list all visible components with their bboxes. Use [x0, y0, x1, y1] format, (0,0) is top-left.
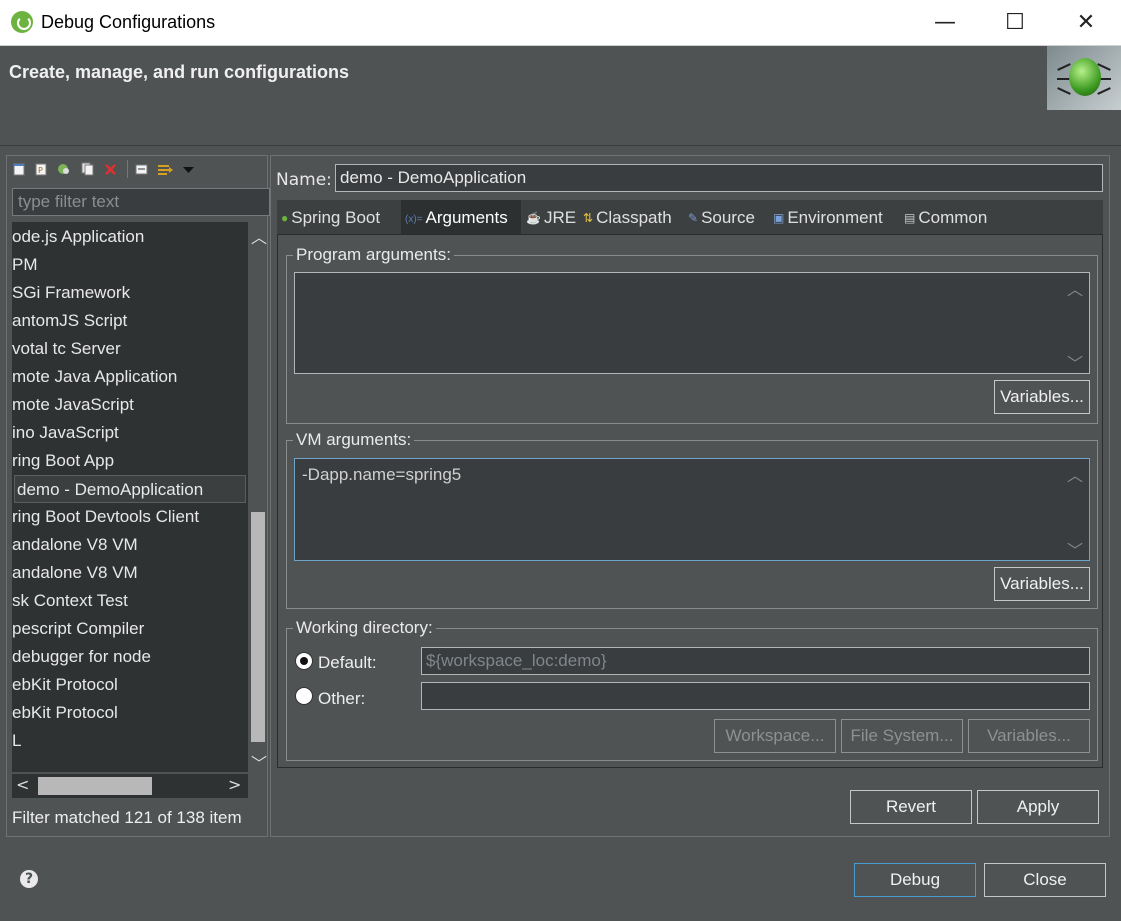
- window-title: Debug Configurations: [41, 12, 216, 32]
- svg-text:P: P: [38, 166, 43, 175]
- tree-item[interactable]: antomJS Script: [12, 307, 127, 335]
- program-variables-button[interactable]: Variables...: [994, 380, 1090, 414]
- help-icon[interactable]: ?: [20, 870, 38, 888]
- arguments-icon: (x)=: [405, 214, 423, 225]
- tree-item[interactable]: PM: [12, 251, 38, 279]
- spring-tool-suite-icon: [11, 11, 33, 33]
- header-title: Create, manage, and run configurations: [9, 62, 350, 82]
- common-icon: ▤: [904, 211, 916, 225]
- other-radio[interactable]: [295, 687, 313, 705]
- program-args-scrollbar[interactable]: ︿ ﹀: [1062, 274, 1088, 374]
- duplicate-config-icon[interactable]: [81, 162, 94, 176]
- tree-horizontal-scrollbar[interactable]: < >: [12, 774, 248, 798]
- scroll-down-icon[interactable]: ﹀: [1067, 350, 1083, 374]
- apply-button[interactable]: Apply: [977, 790, 1099, 824]
- program-arguments-input[interactable]: ︿ ﹀: [294, 272, 1090, 374]
- scroll-left-icon[interactable]: <: [16, 775, 29, 794]
- configurations-panel: P type filter text ode.js Application PM S…: [6, 155, 270, 837]
- tree-vertical-scrollbar[interactable]: ︿ ﹀: [249, 222, 267, 774]
- tree-item[interactable]: ode.js Application: [12, 223, 144, 251]
- filter-status: Filter matched 121 of 138 item: [12, 808, 242, 827]
- working-directory-label: Working directory:: [293, 618, 436, 638]
- config-tabs: ● Spring Boot (x)= Arguments ☕ JRE ⇅ Classpa…: [277, 200, 1103, 234]
- working-directory-group: Working directory: Default: ${workspace_…: [286, 618, 1098, 761]
- debug-button[interactable]: Debug: [854, 863, 976, 897]
- scroll-up-icon[interactable]: ︿: [251, 224, 267, 248]
- vm-variables-button[interactable]: Variables...: [994, 567, 1090, 601]
- view-menu-icon[interactable]: [182, 162, 195, 176]
- tab-arguments[interactable]: (x)= Arguments: [401, 200, 521, 234]
- scroll-down-icon[interactable]: ﹀: [251, 750, 267, 774]
- program-arguments-group: Program arguments: ︿ ﹀ Variables...: [286, 245, 1098, 424]
- debug-bug-icon: [1047, 46, 1121, 110]
- source-icon: ✎: [688, 211, 699, 225]
- scroll-right-icon[interactable]: >: [228, 775, 241, 794]
- tab-jre[interactable]: ☕ JRE: [526, 200, 576, 234]
- hscroll-thumb[interactable]: [38, 777, 152, 795]
- name-input[interactable]: demo - DemoApplication: [335, 164, 1103, 192]
- tree-item[interactable]: andalone V8 VM: [12, 559, 138, 587]
- classpath-icon: ⇅: [583, 211, 594, 225]
- tree-item[interactable]: ebKit Protocol: [12, 699, 118, 727]
- tree-item[interactable]: sk Context Test: [12, 587, 128, 615]
- scroll-up-icon[interactable]: ︿: [1067, 276, 1083, 300]
- maximize-button[interactable]: ☐: [980, 0, 1050, 46]
- file-system-button[interactable]: File System...: [841, 719, 963, 753]
- collapse-all-icon[interactable]: [135, 162, 148, 176]
- scroll-thumb[interactable]: [251, 512, 265, 742]
- config-editor: Name: demo - DemoApplication ● Spring Boo…: [270, 155, 1110, 837]
- arguments-tab-panel: Program arguments: ︿ ﹀ Variables... VM a…: [277, 234, 1103, 768]
- other-label: Other:: [318, 689, 366, 708]
- spring-boot-icon: ●: [281, 211, 289, 225]
- tree-item[interactable]: L: [12, 727, 21, 755]
- tree-item[interactable]: pescript Compiler: [12, 615, 144, 643]
- delete-config-icon[interactable]: [104, 162, 117, 176]
- new-prototype-icon[interactable]: P: [35, 162, 48, 176]
- tree-item[interactable]: ring Boot Devtools Client: [12, 503, 199, 531]
- other-directory-input[interactable]: [421, 682, 1090, 710]
- config-toolbar: P: [7, 156, 267, 184]
- tab-common[interactable]: ▤ Common: [904, 200, 987, 234]
- export-config-icon[interactable]: [57, 162, 70, 176]
- close-window-button[interactable]: ✕: [1051, 0, 1121, 46]
- tree-item[interactable]: ino JavaScript: [12, 419, 119, 447]
- workspace-button[interactable]: Workspace...: [714, 719, 836, 753]
- tree-item-selected[interactable]: demo - DemoApplication: [14, 475, 246, 503]
- jre-icon: ☕: [526, 211, 541, 225]
- vm-arguments-label: VM arguments:: [293, 430, 415, 450]
- vm-arguments-group: VM arguments: -Dapp.name=spring5 ︿ ﹀ Var…: [286, 430, 1098, 609]
- revert-button[interactable]: Revert: [850, 790, 972, 824]
- filter-input[interactable]: type filter text: [12, 188, 270, 216]
- tree-item[interactable]: andalone V8 VM: [12, 531, 138, 559]
- tree-item[interactable]: ring Boot App: [12, 447, 114, 475]
- config-tree[interactable]: ode.js Application PM SGi Framework antomJS…: [12, 222, 248, 772]
- scroll-up-icon[interactable]: ︿: [1067, 462, 1083, 486]
- program-arguments-label: Program arguments:: [293, 245, 454, 265]
- title-bar: Debug Configurations — ☐ ✕: [0, 0, 1121, 46]
- filter-config-icon[interactable]: [157, 162, 175, 176]
- default-label: Default:: [318, 653, 377, 672]
- default-radio[interactable]: [295, 652, 313, 670]
- tree-item[interactable]: votal tc Server: [12, 335, 121, 363]
- tree-item[interactable]: debugger for node: [12, 643, 151, 671]
- new-config-icon[interactable]: [13, 162, 26, 176]
- dialog-header: Create, manage, and run configurations: [0, 46, 1121, 146]
- tab-spring-boot[interactable]: ● Spring Boot: [281, 200, 380, 234]
- scroll-down-icon[interactable]: ﹀: [1067, 537, 1083, 561]
- vm-arguments-input[interactable]: -Dapp.name=spring5 ︿ ﹀: [294, 458, 1090, 561]
- tree-item[interactable]: SGi Framework: [12, 279, 130, 307]
- tree-item[interactable]: ebKit Protocol: [12, 671, 118, 699]
- tree-item[interactable]: mote Java Application: [12, 363, 177, 391]
- minimize-button[interactable]: —: [910, 0, 980, 46]
- tab-source[interactable]: ✎ Source: [688, 200, 755, 234]
- tab-environment[interactable]: ▣ Environment: [773, 200, 883, 234]
- close-button[interactable]: Close: [984, 863, 1106, 897]
- tab-classpath[interactable]: ⇅ Classpath: [583, 200, 672, 234]
- working-variables-button[interactable]: Variables...: [968, 719, 1090, 753]
- name-label: Name:: [276, 170, 332, 190]
- vm-args-scrollbar[interactable]: ︿ ﹀: [1062, 460, 1088, 561]
- environment-icon: ▣: [773, 211, 785, 225]
- tree-item[interactable]: mote JavaScript: [12, 391, 134, 419]
- default-directory-input: ${workspace_loc:demo}: [421, 647, 1090, 675]
